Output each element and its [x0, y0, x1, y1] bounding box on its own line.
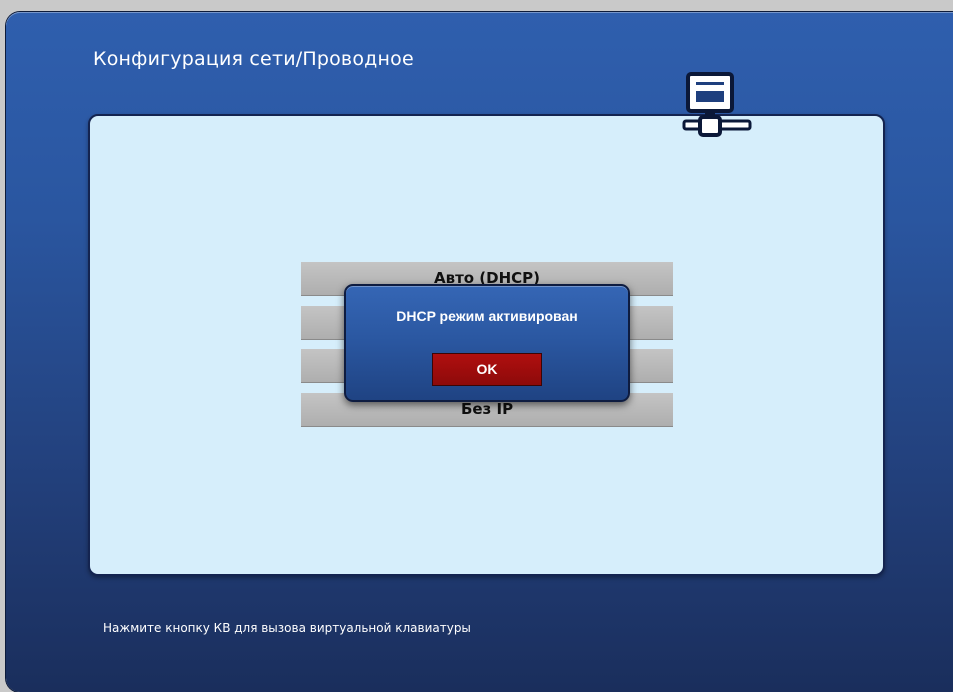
wired-network-icon — [682, 72, 752, 137]
page-title: Конфигурация сети/Проводное — [93, 48, 414, 70]
dhcp-dialog: DHCP режим активирован OK — [344, 284, 630, 402]
ok-button[interactable]: OK — [432, 353, 542, 386]
footer-hint: Нажмите кнопку КВ для вызова виртуальной… — [103, 621, 471, 635]
dialog-message: DHCP режим активирован — [396, 308, 578, 324]
